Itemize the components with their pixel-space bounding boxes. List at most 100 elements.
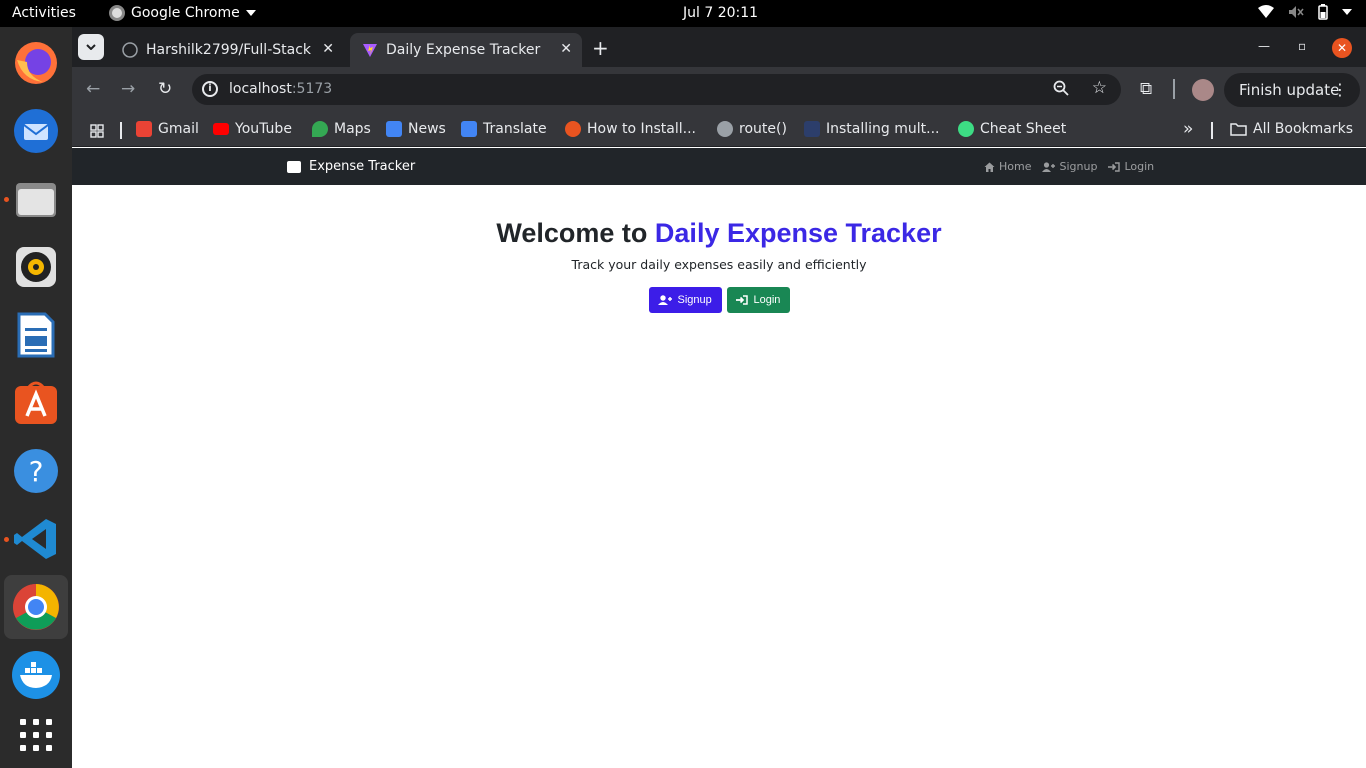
site-info-icon[interactable]: i xyxy=(202,81,218,97)
app-navbar: Expense Tracker Home Signup Login xyxy=(72,148,1366,185)
activities-button[interactable]: Activities xyxy=(12,5,76,21)
web-page: Expense Tracker Home Signup Login Welcom… xyxy=(72,148,1366,768)
tab-daily-expense-tracker[interactable]: Daily Expense Tracker ✕ xyxy=(350,33,582,67)
app-center-icon xyxy=(15,381,57,424)
bookmark-news[interactable]: News xyxy=(386,121,446,137)
app-menu[interactable]: Google Chrome xyxy=(109,5,256,21)
dock-show-apps[interactable] xyxy=(4,703,68,767)
app-grid-icon xyxy=(20,719,52,751)
dock-rhythmbox[interactable] xyxy=(4,235,68,299)
dock: ? xyxy=(0,27,72,768)
files-icon xyxy=(16,183,56,217)
vscode-icon xyxy=(14,519,56,559)
user-plus-icon xyxy=(657,295,672,305)
all-bookmarks-button[interactable]: All Bookmarks xyxy=(1230,121,1353,137)
chevron-down-icon xyxy=(86,44,96,50)
gmail-icon xyxy=(136,121,152,137)
nav-signup-link[interactable]: Signup xyxy=(1042,160,1097,173)
browser-toolbar: ← → ↻ i localhost:5173 ☆ ⧉ Finish update… xyxy=(72,67,1366,113)
thunderbird-icon xyxy=(14,109,58,153)
nav-login-link[interactable]: Login xyxy=(1108,160,1154,173)
tds-icon xyxy=(804,121,820,137)
bookmark-how-to-install[interactable]: How to Install... xyxy=(565,121,696,137)
dock-vscode[interactable] xyxy=(4,507,68,571)
maps-icon xyxy=(312,121,328,137)
bookmarks-bar: Gmail YouTube Maps News Translate How to… xyxy=(72,113,1366,147)
bookmark-star-icon[interactable]: ☆ xyxy=(1092,78,1107,98)
hero-buttons: Signup Login xyxy=(72,287,1366,313)
app-menu-label: Google Chrome xyxy=(131,5,240,21)
battery-icon xyxy=(1318,4,1328,20)
bookmark-gmail[interactable]: Gmail xyxy=(136,121,199,137)
bookmark-route[interactable]: route() xyxy=(717,121,787,137)
new-tab-button[interactable]: + xyxy=(592,36,609,60)
dock-docker[interactable] xyxy=(4,643,68,707)
navbar-brand[interactable]: Expense Tracker xyxy=(287,159,415,174)
navbar-links: Home Signup Login xyxy=(984,160,1154,173)
dock-libreoffice-writer[interactable] xyxy=(4,303,68,367)
dock-files[interactable] xyxy=(4,167,68,231)
finish-update-button[interactable]: Finish update ⋮ xyxy=(1224,73,1360,107)
bookmark-installing-mult[interactable]: Installing mult... xyxy=(804,121,939,137)
back-arrow-icon[interactable]: ← xyxy=(86,79,100,99)
bookmark-cheat-sheet[interactable]: Cheat Sheet xyxy=(958,121,1066,137)
extensions-icon[interactable]: ⧉ xyxy=(1140,79,1152,99)
globe-icon xyxy=(717,121,733,137)
login-icon xyxy=(1108,161,1121,172)
url-text[interactable]: localhost:5173 xyxy=(229,81,332,97)
bookmark-maps[interactable]: Maps xyxy=(312,121,371,137)
close-tab-icon[interactable]: ✕ xyxy=(322,41,334,57)
user-plus-icon xyxy=(1042,161,1056,172)
rhythmbox-icon xyxy=(16,247,56,287)
system-menu-chevron-icon xyxy=(1342,9,1352,15)
toolbar-divider xyxy=(1173,79,1175,99)
docker-icon xyxy=(12,651,60,699)
login-icon xyxy=(735,295,748,305)
signup-button[interactable]: Signup xyxy=(648,287,722,313)
vite-icon xyxy=(363,44,377,57)
more-bookmarks-icon[interactable]: » xyxy=(1183,119,1193,139)
bookmark-translate[interactable]: Translate xyxy=(461,121,547,137)
forward-arrow-icon[interactable]: → xyxy=(121,79,135,99)
chevron-down-icon xyxy=(245,10,256,16)
wifi-icon xyxy=(1258,5,1274,18)
address-bar[interactable]: i localhost:5173 ☆ xyxy=(192,74,1121,105)
cheat-sheet-icon xyxy=(958,121,974,137)
site-icon xyxy=(565,121,581,137)
dock-app-center[interactable] xyxy=(4,371,68,435)
dock-thunderbird[interactable] xyxy=(4,99,68,163)
system-tray[interactable] xyxy=(1258,4,1352,20)
svg-text:?: ? xyxy=(29,455,44,488)
translate-icon xyxy=(461,121,477,137)
hero-title: Welcome to Daily Expense Tracker xyxy=(496,218,942,248)
tab-search-button[interactable] xyxy=(78,34,104,60)
kebab-menu-icon: ⋮ xyxy=(1332,80,1348,99)
tab-title: Daily Expense Tracker xyxy=(386,42,541,58)
window-close-button[interactable]: ✕ xyxy=(1332,38,1352,58)
tab-github[interactable]: Harshilk2799/Full-Stack- ✕ xyxy=(110,33,344,67)
bookmark-youtube[interactable]: YouTube xyxy=(213,121,292,137)
dock-firefox[interactable] xyxy=(4,31,68,95)
help-icon: ? xyxy=(14,449,58,493)
system-top-bar: Activities Google Chrome Jul 7 20:11 xyxy=(0,0,1366,27)
dock-help[interactable]: ? xyxy=(4,439,68,503)
brand-label: Expense Tracker xyxy=(309,159,416,174)
login-button[interactable]: Login xyxy=(726,287,790,313)
clock[interactable]: Jul 7 20:11 xyxy=(683,5,758,21)
tab-strip: Harshilk2799/Full-Stack- ✕ Daily Expense… xyxy=(72,27,1366,67)
home-icon xyxy=(984,162,995,172)
zoom-icon[interactable] xyxy=(1053,80,1069,96)
profile-avatar[interactable] xyxy=(1192,79,1214,101)
close-tab-icon[interactable]: ✕ xyxy=(560,41,572,57)
chrome-icon xyxy=(109,5,125,21)
maximize-button[interactable]: ▫ xyxy=(1298,39,1306,53)
nav-home-link[interactable]: Home xyxy=(984,160,1031,173)
apps-grid-icon[interactable] xyxy=(90,124,104,138)
hero-section: Welcome to Daily Expense Tracker Track y… xyxy=(72,218,1366,313)
minimize-button[interactable]: — xyxy=(1258,39,1270,53)
dock-chrome[interactable] xyxy=(4,575,68,639)
wallet-icon xyxy=(287,160,301,173)
reload-icon[interactable]: ↻ xyxy=(158,79,172,99)
tab-title: Harshilk2799/Full-Stack- xyxy=(146,42,311,58)
writer-icon xyxy=(17,312,55,358)
